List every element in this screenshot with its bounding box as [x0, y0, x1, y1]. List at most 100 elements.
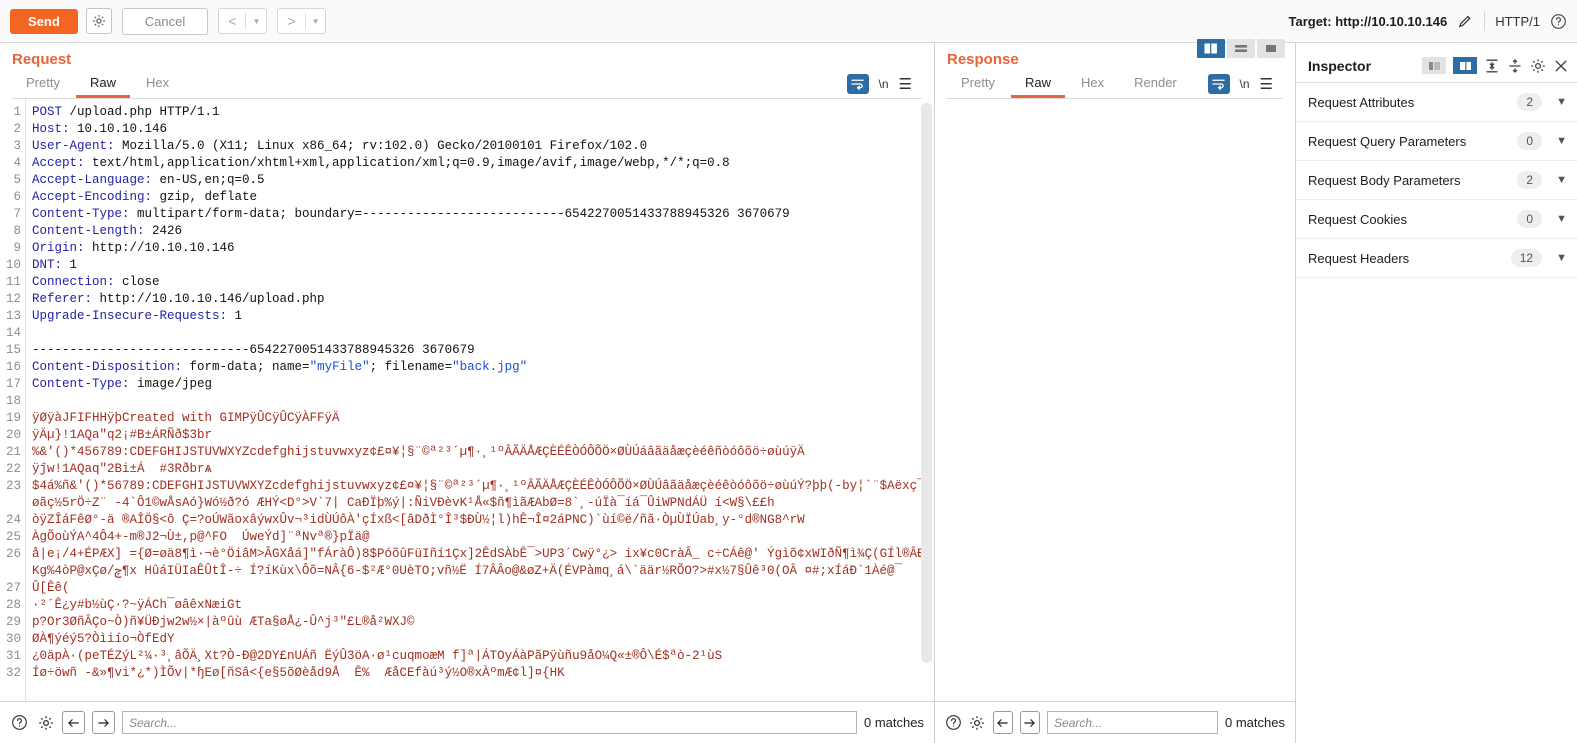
- response-tabs: Pretty Raw Hex Render \n ☰: [947, 71, 1283, 99]
- response-header: Response Pretty Raw Hex Render \n ☰: [935, 43, 1295, 99]
- inspector-section-row[interactable]: Request Query Parameters0▼: [1296, 122, 1577, 161]
- request-line: Accept: text/html,application/xhtml+xml,…: [32, 155, 934, 172]
- inspector-sections: Request Attributes2▼Request Query Parame…: [1296, 83, 1577, 278]
- line-number: 5: [0, 172, 25, 189]
- inspector-section-label: Request Body Parameters: [1308, 173, 1460, 188]
- tab-response-render[interactable]: Render: [1120, 71, 1191, 98]
- gear-icon[interactable]: [1530, 58, 1546, 74]
- gear-icon[interactable]: [969, 713, 986, 732]
- response-search-bar: 0 matches: [935, 701, 1295, 743]
- request-title: Request: [12, 51, 922, 68]
- line-number: 15: [0, 342, 25, 359]
- tab-response-pretty[interactable]: Pretty: [947, 71, 1009, 98]
- response-panel: Response Pretty Raw Hex Render \n ☰: [935, 43, 1296, 743]
- cancel-button[interactable]: Cancel: [122, 8, 208, 35]
- inspector-tools: [1422, 57, 1569, 74]
- question-circle-icon[interactable]: [1550, 13, 1567, 30]
- line-number: 16: [0, 359, 25, 376]
- tab-request-raw[interactable]: Raw: [76, 71, 130, 98]
- next-request-button[interactable]: > ▼: [277, 8, 326, 34]
- search-previous-button[interactable]: [993, 711, 1013, 734]
- divider: [1484, 11, 1485, 31]
- collapse-all-icon[interactable]: [1484, 58, 1500, 74]
- word-wrap-icon[interactable]: [847, 74, 869, 94]
- inspector-panel: Inspector: [1296, 43, 1577, 743]
- word-wrap-icon[interactable]: [1208, 74, 1230, 94]
- gear-icon[interactable]: [36, 713, 55, 732]
- request-scrollbar[interactable]: [921, 103, 932, 663]
- chevron-down-icon[interactable]: ▼: [306, 17, 326, 26]
- line-number: 4: [0, 155, 25, 172]
- send-button[interactable]: Send: [10, 9, 78, 34]
- hamburger-menu-icon[interactable]: ☰: [899, 77, 912, 92]
- request-search-input[interactable]: [122, 711, 857, 734]
- inspector-section-row[interactable]: Request Headers12▼: [1296, 239, 1577, 278]
- request-line: %&'()*456789:CDEFGHIJSTUVWXYZcdefghijstu…: [32, 444, 934, 461]
- search-next-button[interactable]: [1020, 711, 1040, 734]
- tab-request-hex[interactable]: Hex: [132, 71, 183, 98]
- chevron-down-icon[interactable]: ▼: [1556, 135, 1567, 147]
- question-circle-icon[interactable]: [10, 713, 29, 732]
- request-line: POST /upload.php HTTP/1.1: [32, 104, 934, 121]
- chevron-down-icon[interactable]: ▼: [1556, 174, 1567, 186]
- pencil-icon[interactable]: [1457, 13, 1474, 30]
- line-number: 31: [0, 648, 25, 665]
- chevron-down-icon[interactable]: ▼: [246, 17, 266, 26]
- request-match-count: 0 matches: [864, 715, 924, 730]
- dock-right-wide-button[interactable]: [1453, 57, 1477, 74]
- layout-side-by-side-button[interactable]: [1197, 39, 1225, 58]
- request-header: Request Pretty Raw Hex \n ☰: [0, 43, 934, 99]
- search-next-button[interactable]: [92, 711, 115, 734]
- request-line: [32, 325, 934, 342]
- request-line: Origin: http://10.10.10.146: [32, 240, 934, 257]
- hamburger-menu-icon[interactable]: ☰: [1260, 77, 1273, 92]
- request-editor[interactable]: 1234567891011121314151617181920212223242…: [0, 99, 934, 701]
- close-icon[interactable]: [1553, 58, 1569, 74]
- tab-response-hex[interactable]: Hex: [1067, 71, 1118, 98]
- inspector-section-count: 0: [1517, 132, 1542, 150]
- top-toolbar: Send Cancel < ▼ > ▼ Target: http://10.10…: [0, 0, 1577, 43]
- chevron-down-icon[interactable]: ▼: [1556, 252, 1567, 264]
- line-number: 7: [0, 206, 25, 223]
- layout-single-button[interactable]: [1257, 39, 1285, 58]
- tab-request-pretty[interactable]: Pretty: [12, 71, 74, 98]
- http-version-label[interactable]: HTTP/1: [1495, 14, 1540, 29]
- newline-toggle[interactable]: \n: [1240, 77, 1250, 91]
- line-number: 10: [0, 257, 25, 274]
- inspector-section-row[interactable]: Request Cookies 0 ▼: [1296, 200, 1577, 239]
- request-line: ØÀ¶ýéý5?Òìiío¬ÒfEdY: [32, 631, 934, 648]
- request-tabs: Pretty Raw Hex \n ☰: [12, 71, 922, 99]
- request-line: Content-Length: 2426: [32, 223, 934, 240]
- chevron-down-icon[interactable]: ▼: [1556, 213, 1567, 225]
- line-number: 12: [0, 291, 25, 308]
- previous-request-button[interactable]: < ▼: [218, 8, 267, 34]
- request-line: ·²´Ê¿y#b½ùÇ·?~ÿÁCh¯øâêxNæiGt: [32, 597, 934, 614]
- inspector-section-row[interactable]: Request Attributes2▼: [1296, 83, 1577, 122]
- inspector-section-count: 0: [1517, 210, 1542, 228]
- request-line: Upgrade-Insecure-Requests: 1: [32, 308, 934, 325]
- inspector-section-row[interactable]: Request Body Parameters2▼: [1296, 161, 1577, 200]
- line-number: 29: [0, 614, 25, 631]
- tab-response-raw[interactable]: Raw: [1011, 71, 1065, 98]
- request-line: ÀgÕoùÝA^4Ô4+-m®J2¬Ù±,p@^FO ÚweÝd]¨ªNvª®}…: [32, 529, 934, 546]
- line-number: 28: [0, 597, 25, 614]
- inspector-section-label: Request Headers: [1308, 251, 1409, 266]
- newline-toggle[interactable]: \n: [879, 77, 889, 91]
- question-circle-icon[interactable]: [945, 713, 962, 732]
- line-number: 18: [0, 393, 25, 410]
- line-number: 26: [0, 546, 25, 580]
- response-search-input[interactable]: [1047, 711, 1218, 734]
- request-line: ÿÄµ}!1AQa"q2¡#B±ÁRÑð$3br: [32, 427, 934, 444]
- search-previous-button[interactable]: [62, 711, 85, 734]
- line-number: 27: [0, 580, 25, 597]
- expand-all-icon[interactable]: [1507, 58, 1523, 74]
- dock-right-narrow-button[interactable]: [1422, 57, 1446, 74]
- layout-stacked-button[interactable]: [1227, 39, 1255, 58]
- inspector-section-label: Request Cookies: [1308, 212, 1407, 227]
- line-number: 11: [0, 274, 25, 291]
- request-line: Û[Êê(: [32, 580, 934, 597]
- response-raw-content[interactable]: [935, 99, 1295, 701]
- chevron-down-icon[interactable]: ▼: [1556, 96, 1567, 108]
- request-settings-gear-icon[interactable]: [86, 8, 112, 34]
- request-raw-content[interactable]: POST /upload.php HTTP/1.1Host: 10.10.10.…: [26, 99, 934, 701]
